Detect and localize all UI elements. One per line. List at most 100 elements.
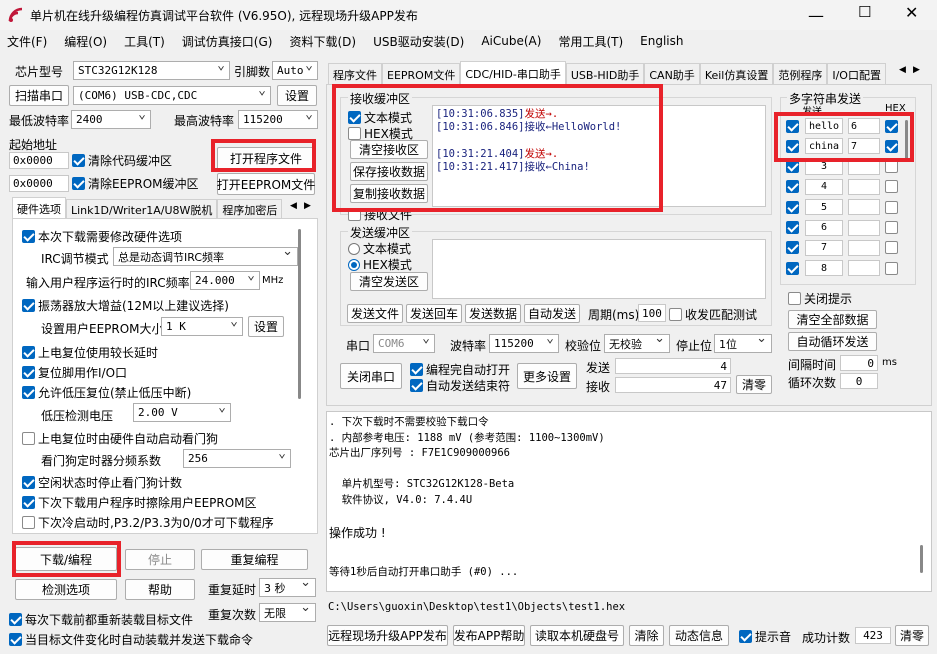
minimize-icon[interactable]: — bbox=[808, 6, 824, 25]
multi-string-text[interactable]: 5 bbox=[805, 199, 843, 216]
menu-item-8[interactable]: English bbox=[640, 34, 683, 48]
eeprom-size-select[interactable]: 1 K bbox=[161, 317, 243, 336]
repeat-delay-select[interactable]: 3 秒 bbox=[259, 578, 316, 597]
menu-item-3[interactable]: 调试仿真接口(G) bbox=[182, 33, 273, 50]
pins-select[interactable]: Auto bbox=[272, 61, 318, 80]
multi-send-checkbox[interactable] bbox=[786, 119, 799, 133]
output-scrollbar[interactable] bbox=[920, 545, 923, 573]
multi-string-number[interactable] bbox=[848, 199, 880, 216]
multi-string-number[interactable]: 7 bbox=[848, 138, 880, 155]
scan-port-button[interactable]: 扫描串口 bbox=[9, 85, 69, 106]
multi-scrollbar[interactable] bbox=[905, 120, 908, 160]
multi-hex-checkbox[interactable] bbox=[885, 261, 898, 275]
port-select[interactable]: (COM6) USB-CDC,CDC bbox=[73, 86, 271, 105]
right-tab-0[interactable]: 程序文件 bbox=[328, 63, 382, 85]
multi-string-text[interactable]: 8 bbox=[805, 260, 843, 277]
save-receive-button[interactable]: 保存接收数据 bbox=[350, 162, 428, 181]
hw-option-wdt-auto[interactable]: 上电复位时由硬件自动启动看门狗 bbox=[22, 430, 218, 447]
auto-open-checkbox[interactable]: 编程完自动打开 bbox=[410, 361, 510, 378]
multi-send-checkbox[interactable] bbox=[786, 139, 799, 153]
multi-send-checkbox[interactable] bbox=[786, 241, 799, 255]
multi-string-number[interactable] bbox=[848, 239, 880, 256]
send-text-mode-radio[interactable]: 文本模式 bbox=[348, 240, 411, 257]
reload-before-download-checkbox[interactable]: 每次下载前都重新装载目标文件 bbox=[9, 611, 193, 628]
multi-string-text[interactable]: hello bbox=[805, 118, 843, 134]
right-tab-7[interactable]: I/O口配置 bbox=[827, 63, 886, 85]
menu-item-5[interactable]: USB驱动安装(D) bbox=[373, 33, 464, 50]
irc-mode-select[interactable]: 总是动态调节IRC频率 bbox=[113, 247, 298, 266]
tab-program-encryption[interactable]: 程序加密后 bbox=[217, 199, 283, 219]
auto-send-button[interactable]: 自动发送 bbox=[524, 304, 580, 323]
clear-counters-button[interactable]: 清零 bbox=[736, 375, 772, 394]
com-port-select[interactable]: COM6 bbox=[373, 334, 435, 353]
multi-hex-checkbox[interactable] bbox=[885, 221, 898, 234]
menu-item-4[interactable]: 资料下载(D) bbox=[289, 33, 356, 50]
auto-end-checkbox[interactable]: 自动发送结束符 bbox=[410, 377, 510, 394]
multi-send-checkbox[interactable] bbox=[786, 180, 799, 194]
auto-load-send-checkbox[interactable]: 当目标文件变化时自动装载并发送下载命令 bbox=[9, 631, 253, 648]
close-icon[interactable]: ✕ bbox=[905, 3, 918, 22]
multi-string-text[interactable]: 3 bbox=[805, 158, 843, 175]
right-tab-scroll-right-icon[interactable]: ▶ bbox=[913, 65, 920, 75]
multi-send-checkbox[interactable] bbox=[786, 200, 799, 214]
port-settings-button[interactable]: 设置 bbox=[277, 85, 317, 106]
maximize-icon[interactable]: ☐ bbox=[858, 3, 871, 21]
parity-select[interactable]: 无校验 bbox=[604, 334, 670, 353]
hw-option-low-voltage-reset[interactable]: 允许低压复位(禁止低压中断) bbox=[22, 384, 191, 401]
send-hex-mode-radio[interactable]: HEX模式 bbox=[348, 256, 412, 273]
menu-item-6[interactable]: AiCube(A) bbox=[481, 34, 541, 48]
close-hint-checkbox[interactable]: 关闭提示 bbox=[788, 290, 852, 307]
max-baud-select[interactable]: 115200 bbox=[238, 110, 318, 129]
lvd-select[interactable]: 2.00 V bbox=[133, 403, 231, 422]
right-tab-1[interactable]: EEPROM文件 bbox=[382, 63, 461, 85]
multi-hex-checkbox[interactable] bbox=[885, 139, 898, 153]
baud-select[interactable]: 115200 bbox=[489, 334, 559, 353]
receive-file-checkbox[interactable]: 接收文件 bbox=[348, 206, 412, 223]
download-program-button[interactable]: 下载/编程 bbox=[15, 547, 117, 571]
hw-option-idle-wdt-stop[interactable]: 空闲状态时停止看门狗计数 bbox=[22, 474, 182, 491]
tab-link1d-writer[interactable]: Link1D/Writer1A/U8W脱机 bbox=[66, 199, 218, 219]
multi-string-text[interactable]: china bbox=[805, 138, 843, 155]
menu-item-2[interactable]: 工具(T) bbox=[124, 33, 165, 50]
multi-string-number[interactable] bbox=[848, 260, 880, 277]
multi-send-checkbox[interactable] bbox=[786, 261, 799, 275]
hw-option-modify[interactable]: 本次下载需要修改硬件选项 bbox=[22, 228, 182, 245]
tab-hardware-options[interactable]: 硬件选项 bbox=[12, 197, 66, 219]
clear-output-button[interactable]: 清除 bbox=[629, 625, 664, 646]
clear-all-data-button[interactable]: 清空全部数据 bbox=[788, 310, 877, 329]
irc-freq-select[interactable]: 24.000 bbox=[190, 271, 260, 290]
clear-code-buffer-checkbox[interactable]: 清除代码缓冲区 bbox=[72, 152, 172, 169]
clear-success-button[interactable]: 清零 bbox=[895, 625, 929, 646]
right-tab-3[interactable]: USB-HID助手 bbox=[565, 63, 645, 85]
right-tab-scroll-left-icon[interactable]: ◀ bbox=[899, 65, 906, 75]
reprogram-button[interactable]: 重复编程 bbox=[201, 549, 308, 570]
clear-receive-button[interactable]: 清空接收区 bbox=[350, 140, 428, 159]
hw-option-erase-eeprom[interactable]: 下次下载用户程序时擦除用户EEPROM区 bbox=[22, 494, 257, 511]
multi-hex-checkbox[interactable] bbox=[885, 119, 898, 133]
hw-option-oscillator-gain[interactable]: 振荡器放大增益(12M以上建议选择) bbox=[22, 297, 229, 314]
multi-string-number[interactable]: 6 bbox=[848, 118, 880, 134]
multi-string-text[interactable]: 7 bbox=[805, 239, 843, 256]
multi-send-checkbox[interactable] bbox=[786, 160, 799, 174]
close-port-button[interactable]: 关闭串口 bbox=[340, 363, 402, 389]
send-return-button[interactable]: 发送回车 bbox=[406, 304, 462, 323]
right-tab-6[interactable]: 范例程序 bbox=[773, 63, 828, 85]
loop-count-input[interactable]: 0 bbox=[840, 373, 878, 389]
remote-publish-button[interactable]: 远程现场升级APP发布 bbox=[327, 625, 448, 646]
read-disk-button[interactable]: 读取本机硬盘号 bbox=[530, 625, 624, 646]
tab-scroll-left-icon[interactable]: ◀ bbox=[290, 201, 297, 211]
dynamic-info-button[interactable]: 动态信息 bbox=[669, 625, 729, 646]
wdt-prescaler-select[interactable]: 256 bbox=[183, 449, 291, 468]
multi-string-number[interactable] bbox=[848, 219, 880, 236]
tab-scroll-right-icon[interactable]: ▶ bbox=[304, 201, 311, 211]
period-input[interactable]: 100 bbox=[638, 304, 666, 322]
hw-option-cold-start[interactable]: 下次冷启动时,P3.2/P3.3为0/0才可下载程序 bbox=[22, 514, 274, 531]
menu-item-7[interactable]: 常用工具(T) bbox=[558, 33, 623, 50]
check-options-button[interactable]: 检测选项 bbox=[15, 579, 117, 600]
multi-string-text[interactable]: 6 bbox=[805, 219, 843, 236]
send-file-button[interactable]: 发送文件 bbox=[347, 304, 403, 323]
menu-item-1[interactable]: 编程(O) bbox=[64, 33, 107, 50]
min-baud-select[interactable]: 2400 bbox=[71, 110, 151, 129]
stop-bits-select[interactable]: 1位 bbox=[714, 334, 772, 353]
code-address-input[interactable]: 0x0000 bbox=[9, 152, 69, 169]
